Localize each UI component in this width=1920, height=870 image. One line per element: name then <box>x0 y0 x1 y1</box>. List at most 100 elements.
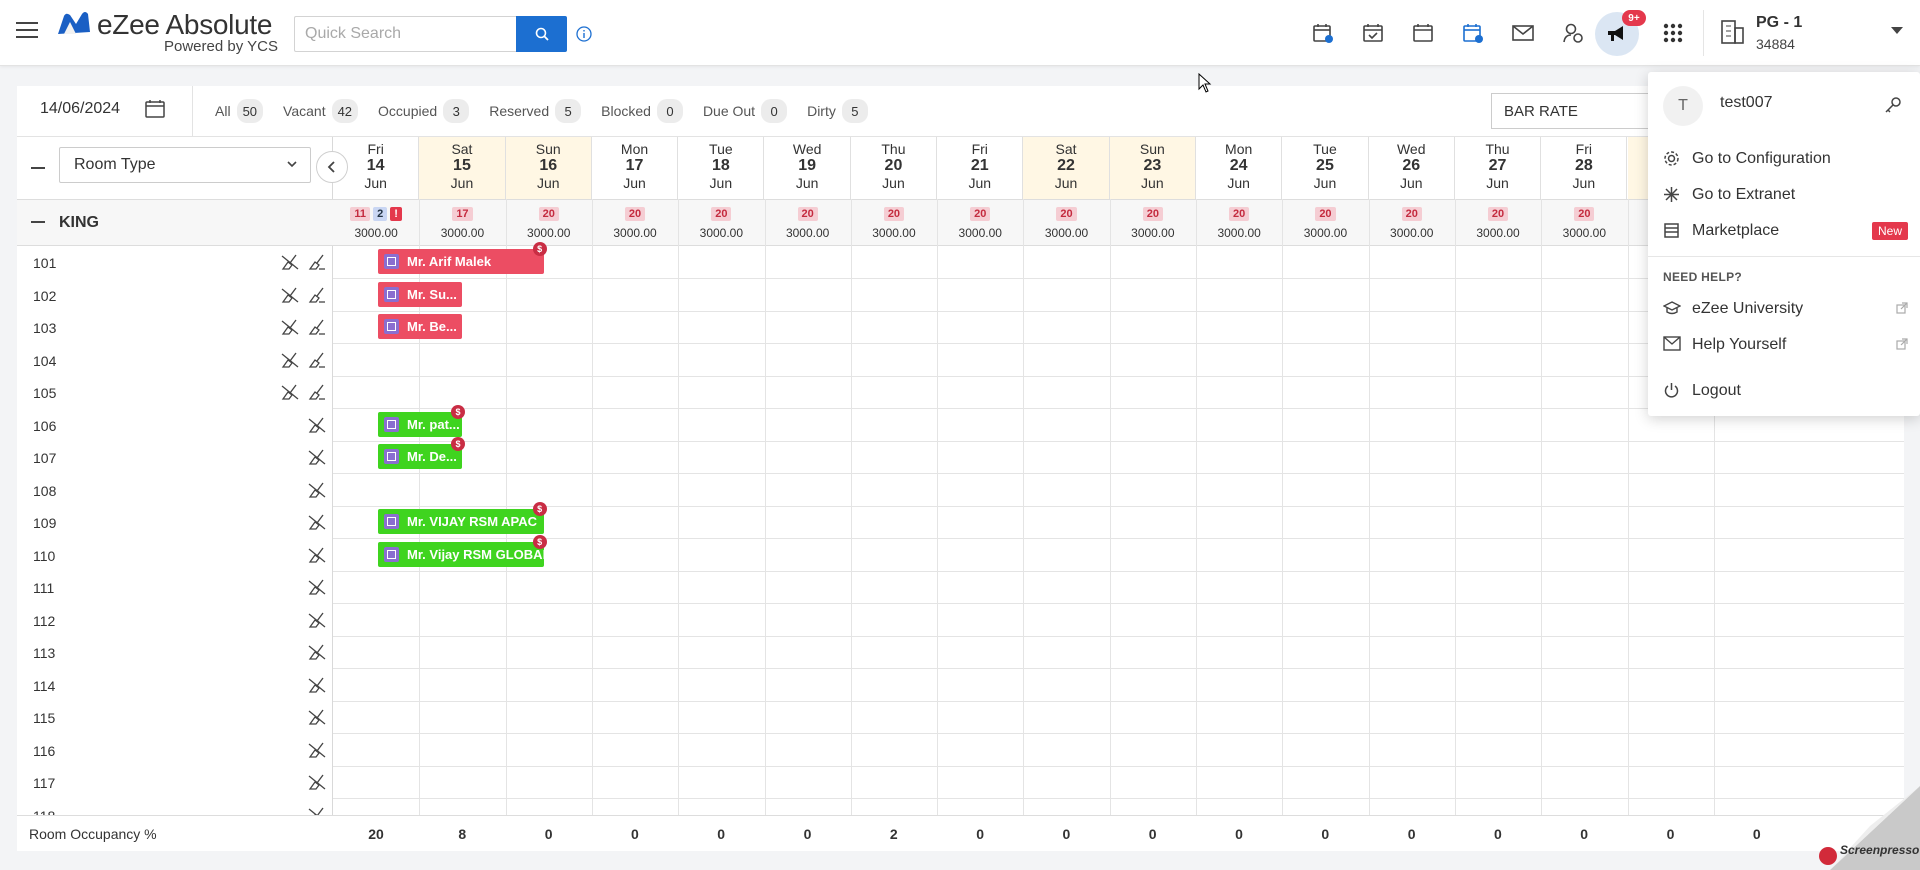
room-number[interactable]: 111 <box>33 580 54 596</box>
no-cleaning-icon[interactable] <box>306 481 328 499</box>
menu-item-logout[interactable]: Logout <box>1663 376 1908 406</box>
date-column-header[interactable]: Wed 19 Jun <box>765 137 851 199</box>
collapse-all-icon[interactable] <box>31 167 45 169</box>
key-icon[interactable] <box>1884 96 1902 114</box>
no-cleaning-icon[interactable] <box>306 546 328 564</box>
menu-item-marketplace[interactable]: Marketplace New <box>1663 216 1908 246</box>
room-number[interactable]: 113 <box>33 645 55 661</box>
date-column-header[interactable]: Wed 26 Jun <box>1369 137 1455 199</box>
room-number[interactable]: 102 <box>33 288 56 304</box>
date-column-header[interactable]: Sat 15 Jun <box>419 137 506 199</box>
room-number[interactable]: 114 <box>33 678 55 694</box>
date-column-header[interactable]: Mon 17 Jun <box>592 137 679 199</box>
date-column-header[interactable]: Tue 25 Jun <box>1282 137 1369 199</box>
menu-item-configuration[interactable]: Go to Configuration <box>1663 144 1908 174</box>
no-cleaning-icon[interactable] <box>279 351 301 369</box>
quick-search-input[interactable] <box>294 16 517 52</box>
rate-price: 3000.00 <box>785 226 830 240</box>
no-cleaning-icon[interactable] <box>306 643 328 661</box>
room-number[interactable]: 110 <box>33 548 55 564</box>
filter-vacant[interactable]: Vacant 42 <box>283 99 359 123</box>
room-type-select[interactable]: Room Type <box>59 147 311 183</box>
hamburger-menu-icon[interactable] <box>16 22 38 40</box>
search-button[interactable] <box>516 16 567 52</box>
room-number[interactable]: 107 <box>33 450 56 466</box>
previous-dates-button[interactable] <box>316 151 348 183</box>
room-number[interactable]: 105 <box>33 385 56 401</box>
room-number[interactable]: 109 <box>33 515 56 531</box>
filter-occupied[interactable]: Occupied 3 <box>378 99 470 123</box>
collapse-section-icon[interactable] <box>31 221 45 223</box>
room-number[interactable]: 118 <box>33 808 55 816</box>
booking-reserved[interactable]: Mr. Su... <box>378 281 462 307</box>
date-column-header[interactable]: Sun 23 Jun <box>1109 137 1196 199</box>
no-cleaning-icon[interactable] <box>279 253 301 271</box>
day-of-week: Tue <box>709 141 733 157</box>
broom-icon[interactable] <box>306 286 328 304</box>
filter-due-out[interactable]: Due Out 0 <box>703 99 788 123</box>
room-number[interactable]: 108 <box>33 483 56 499</box>
date-display[interactable]: 14/06/2024 <box>40 100 120 118</box>
no-cleaning-icon[interactable] <box>306 578 328 596</box>
guest-support-icon[interactable] <box>1558 19 1588 47</box>
booking-occupied[interactable]: Mr. De... <box>378 444 462 469</box>
no-cleaning-icon[interactable] <box>306 513 328 531</box>
no-cleaning-icon[interactable] <box>279 383 301 401</box>
no-cleaning-icon[interactable] <box>306 416 328 434</box>
booking-reserved[interactable]: Mr. Arif Malek <box>378 249 544 274</box>
property-selector[interactable]: PG - 1 34884 <box>1719 14 1919 55</box>
booking-occupied[interactable]: Mr. Vijay RSM GLOBAL <box>378 541 544 567</box>
no-cleaning-icon[interactable] <box>306 806 328 816</box>
menu-item-extranet[interactable]: Go to Extranet <box>1663 180 1908 210</box>
apps-grid-icon[interactable] <box>1658 19 1688 47</box>
filter-dirty[interactable]: Dirty 5 <box>807 99 868 123</box>
date-picker-icon[interactable] <box>144 98 166 120</box>
no-cleaning-icon[interactable] <box>306 773 328 791</box>
booking-reserved[interactable]: Mr. Be... <box>378 314 462 339</box>
filter-all[interactable]: All 50 <box>215 99 264 123</box>
date-column-header[interactable]: Thu 20 Jun <box>851 137 938 199</box>
date-column-header[interactable]: Sat 22 Jun <box>1023 137 1110 199</box>
broom-icon[interactable] <box>306 383 328 401</box>
room-number[interactable]: 104 <box>33 353 56 369</box>
no-cleaning-icon[interactable] <box>279 318 301 336</box>
room-number[interactable]: 101 <box>33 255 56 271</box>
occupancy-footer: Room Occupancy % 20 8 0 0 0 0 2 0 0 0 0 0 0 0 0 0 0 <box>17 815 1904 851</box>
filter-reserved[interactable]: Reserved 5 <box>489 99 582 123</box>
calendar-icon[interactable] <box>1408 19 1438 47</box>
mail-icon[interactable] <box>1508 19 1538 47</box>
date-column-header[interactable]: Mon 24 Jun <box>1196 137 1283 199</box>
menu-item-help-yourself[interactable]: Help Yourself <box>1663 330 1908 360</box>
broom-icon[interactable] <box>306 318 328 336</box>
no-cleaning-icon[interactable] <box>306 611 328 629</box>
no-cleaning-icon[interactable] <box>279 286 301 304</box>
date-column-header[interactable]: Sun 16 Jun <box>505 137 592 199</box>
info-icon[interactable] <box>576 26 592 42</box>
booking-occupied[interactable]: Mr. pat... <box>378 411 462 437</box>
no-cleaning-icon[interactable] <box>306 448 328 466</box>
room-number[interactable]: 112 <box>33 613 55 629</box>
filter-blocked[interactable]: Blocked 0 <box>601 99 683 123</box>
room-number[interactable]: 106 <box>33 418 56 434</box>
rate-plan-select[interactable]: BAR RATE <box>1491 93 1651 129</box>
date-column-header[interactable]: Tue 18 Jun <box>678 137 765 199</box>
add-reservation-icon[interactable] <box>1308 19 1338 47</box>
no-cleaning-icon[interactable] <box>306 708 328 726</box>
no-cleaning-icon[interactable] <box>306 676 328 694</box>
booking-occupied[interactable]: Mr. VIJAY RSM APAC <box>378 509 544 534</box>
menu-item-ezee-university[interactable]: eZee University <box>1663 294 1908 324</box>
room-number[interactable]: 116 <box>33 743 55 759</box>
no-cleaning-icon[interactable] <box>306 741 328 759</box>
broom-icon[interactable] <box>306 253 328 271</box>
room-number[interactable]: 115 <box>33 710 55 726</box>
checkin-calendar-icon[interactable] <box>1358 19 1388 47</box>
room-number[interactable]: 103 <box>33 320 56 336</box>
chevron-left-icon <box>327 161 335 173</box>
date-column-header[interactable]: Thu 27 Jun <box>1455 137 1542 199</box>
date-column-header[interactable]: Fri 21 Jun <box>937 137 1024 199</box>
rate-calendar-icon[interactable] <box>1458 19 1488 47</box>
room-number[interactable]: 117 <box>33 775 55 791</box>
room-label-cell: 109 <box>17 506 333 539</box>
date-column-header[interactable]: Fri 28 Jun <box>1541 137 1628 199</box>
broom-icon[interactable] <box>306 351 328 369</box>
